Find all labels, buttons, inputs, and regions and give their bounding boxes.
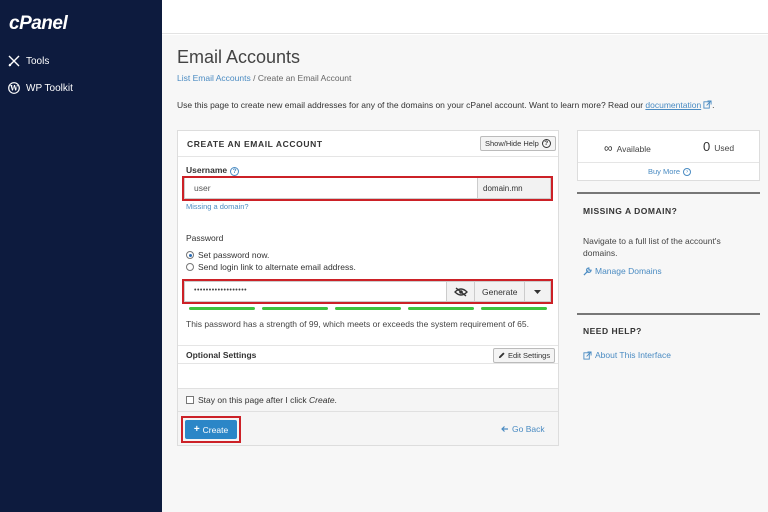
edit-settings-button[interactable]: Edit Settings <box>493 348 556 363</box>
breadcrumb: List Email Accounts / Create an Email Ac… <box>177 73 351 83</box>
help-icon[interactable]: ? <box>230 167 240 176</box>
intro-sentence: Use this page to create new email addres… <box>177 100 644 110</box>
about-interface-link[interactable]: About This Interface <box>583 350 671 360</box>
link-label: Buy More <box>648 167 681 176</box>
stay-on-page-checkbox-row[interactable]: Stay on this page after I click Create. <box>186 395 337 405</box>
button-label: Edit Settings <box>508 351 551 360</box>
intro-text: Use this page to create new email addres… <box>177 100 715 110</box>
question-icon: ? <box>541 139 551 148</box>
intro-end: . <box>712 100 715 110</box>
create-highlight <box>181 416 241 443</box>
breadcrumb-separator: / <box>253 73 256 83</box>
breadcrumb-parent-link[interactable]: List Email Accounts <box>177 73 251 83</box>
buy-more-link[interactable]: Buy More › <box>648 167 692 176</box>
label-emphasis: Create <box>309 395 335 405</box>
documentation-link[interactable]: documentation <box>645 100 701 110</box>
wordpress-icon: W <box>8 82 20 94</box>
need-help-heading: NEED HELP? <box>583 326 642 336</box>
show-hide-help-button[interactable]: Show/Hide Help ? <box>480 136 556 151</box>
password-strength-text: This password has a strength of 99, whic… <box>186 319 530 329</box>
radio-send-login-link[interactable]: Send login link to alternate email addre… <box>186 262 356 272</box>
missing-domain-heading: MISSING A DOMAIN? <box>583 206 678 216</box>
divider <box>578 162 759 163</box>
username-label: Username? <box>186 165 240 176</box>
link-label: Manage Domains <box>595 266 662 276</box>
radio-set-password[interactable]: Set password now. <box>186 250 269 260</box>
external-link-icon <box>703 100 712 109</box>
tools-icon <box>8 55 20 67</box>
go-back-link[interactable]: Go Back <box>501 424 545 434</box>
used-stat: 0 Used <box>703 139 734 154</box>
breadcrumb-current: Create an Email Account <box>257 73 352 83</box>
checkbox-label: Stay on this page after I click Create. <box>198 395 337 405</box>
divider <box>577 192 760 194</box>
cpanel-logo[interactable]: cPanel <box>9 13 68 35</box>
strength-segment <box>408 307 474 310</box>
external-link-icon <box>583 350 592 360</box>
page-title: Email Accounts <box>177 47 301 67</box>
radio-label: Set password now. <box>198 250 270 260</box>
missing-domain-text: Navigate to a full list of the account's… <box>583 236 721 258</box>
label-suffix: . <box>334 395 337 405</box>
sidebar-item-label: Tools <box>26 55 50 67</box>
password-highlight <box>182 279 553 304</box>
radio-button[interactable] <box>186 263 194 271</box>
divider <box>178 345 558 346</box>
strength-segment <box>262 307 328 310</box>
available-label: Available <box>616 144 651 154</box>
radio-button[interactable] <box>186 251 194 259</box>
label-text: Username <box>186 165 228 175</box>
button-label: Show/Hide Help <box>485 139 539 148</box>
sidebar: cPanel Tools W WP Toolkit <box>0 0 162 512</box>
available-stat: ∞ Available <box>604 141 651 155</box>
strength-segment <box>335 307 401 310</box>
top-bar <box>162 0 768 34</box>
label-prefix: Stay on this page after I click <box>198 395 310 405</box>
password-label: Password <box>186 233 224 243</box>
used-value: 0 <box>703 139 711 154</box>
used-label: Used <box>714 143 735 153</box>
panel-title: CREATE AN EMAIL ACCOUNT <box>187 139 323 149</box>
link-label: Go Back <box>512 424 545 434</box>
pencil-icon <box>498 352 505 359</box>
arrow-circle-right-icon: › <box>683 167 692 176</box>
link-label: About This Interface <box>595 350 671 360</box>
wrench-icon <box>583 266 592 276</box>
strength-segment <box>481 307 547 310</box>
stay-on-page-checkbox[interactable] <box>186 396 194 404</box>
svg-text:W: W <box>9 84 18 93</box>
divider <box>178 411 558 412</box>
sidebar-item-tools[interactable]: Tools <box>8 55 49 67</box>
divider <box>577 313 760 315</box>
divider <box>178 363 558 364</box>
optional-settings-label: Optional Settings <box>186 350 257 360</box>
username-highlight <box>182 176 553 201</box>
sidebar-item-label: WP Toolkit <box>26 82 73 94</box>
missing-domain-link[interactable]: Missing a domain? <box>186 202 249 211</box>
account-stats-box: ∞ Available 0 Used Buy More › <box>577 130 760 181</box>
infinity-symbol: ∞ <box>604 141 613 155</box>
strength-segment <box>189 307 255 310</box>
manage-domains-link[interactable]: Manage Domains <box>583 266 662 276</box>
sidebar-item-wp-toolkit[interactable]: W WP Toolkit <box>8 82 73 94</box>
radio-label: Send login link to alternate email addre… <box>198 262 356 272</box>
arrow-left-icon <box>501 426 508 432</box>
